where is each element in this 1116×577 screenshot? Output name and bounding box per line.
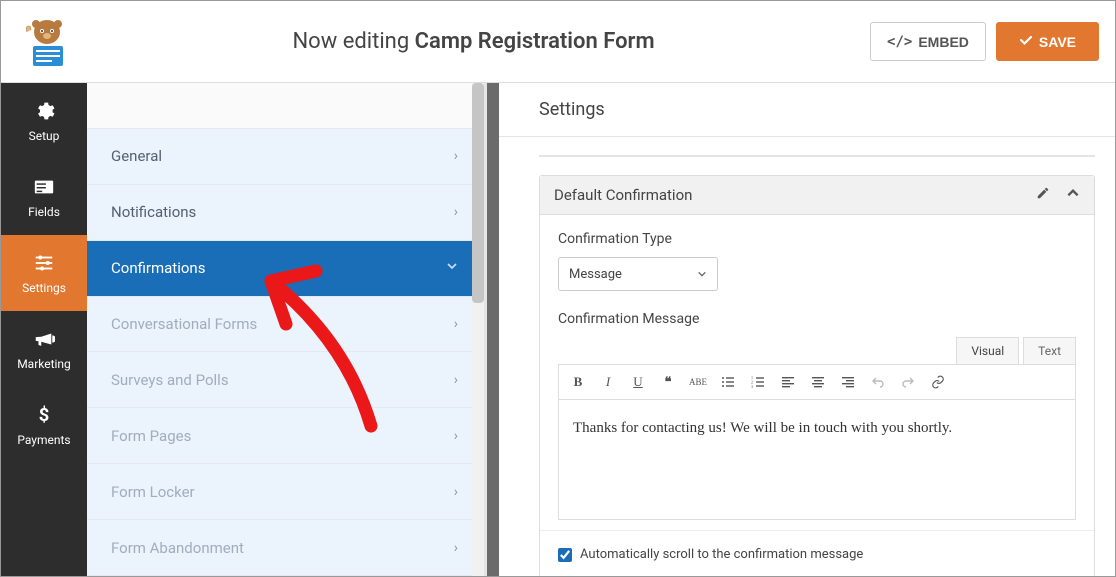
sidebar-item-general[interactable]: General › — [87, 129, 484, 185]
nav-marketing-label: Marketing — [17, 357, 71, 371]
editor-textarea[interactable]: Thanks for contacting us! We will be in … — [558, 400, 1076, 520]
rich-editor: Visual Text B I U ❝ ABE 123 — [558, 337, 1076, 520]
type-label: Confirmation Type — [558, 231, 1076, 247]
bold-icon[interactable]: B — [569, 373, 587, 391]
sliders-icon — [32, 251, 56, 275]
sidebar-item-formpages[interactable]: Form Pages › — [87, 408, 484, 464]
undo-icon[interactable] — [869, 373, 887, 391]
chevron-right-icon: › — [454, 484, 458, 500]
sidebar-item-notifications[interactable]: Notifications › — [87, 185, 484, 241]
sidebar-item-abandonment[interactable]: Form Abandonment › — [87, 520, 484, 576]
code-icon: </> — [887, 34, 912, 50]
chevron-right-icon: › — [454, 316, 458, 332]
svg-text:$: $ — [39, 405, 50, 425]
panel-header[interactable]: Default Confirmation — [540, 176, 1094, 215]
auto-scroll-row: Automatically scroll to the confirmation… — [540, 530, 1094, 576]
bullet-list-icon[interactable] — [719, 373, 737, 391]
save-button[interactable]: SAVE — [996, 22, 1099, 61]
embed-button-label: EMBED — [918, 34, 969, 50]
chevron-down-icon — [697, 269, 707, 279]
sidebar-item-label: Surveys and Polls — [111, 371, 229, 389]
confirmation-type-select[interactable]: Message — [558, 257, 718, 291]
sidebar-scrollbar[interactable] — [472, 83, 484, 576]
sidebar-item-label: Form Pages — [111, 427, 191, 445]
svg-text:3: 3 — [751, 384, 753, 389]
nav-settings-label: Settings — [22, 281, 66, 295]
header: Now editing Camp Registration Form </> E… — [1, 1, 1115, 83]
panel-body: Confirmation Type Message Confirmation M… — [540, 215, 1094, 520]
sidebar-item-formlocker[interactable]: Form Locker › — [87, 464, 484, 520]
number-list-icon[interactable]: 123 — [749, 373, 767, 391]
align-right-icon[interactable] — [839, 373, 857, 391]
underline-icon[interactable]: U — [629, 373, 647, 391]
panel-title: Default Confirmation — [554, 186, 692, 204]
chevron-right-icon: › — [454, 148, 458, 164]
settings-sidebar: General › Notifications › Confirmations … — [87, 83, 487, 576]
align-left-icon[interactable] — [779, 373, 797, 391]
nav-fields-label: Fields — [28, 205, 60, 219]
chevron-right-icon: › — [454, 540, 458, 556]
gear-icon — [32, 99, 56, 123]
chevron-down-icon — [446, 260, 458, 276]
nav-setup-label: Setup — [29, 129, 60, 143]
sidebar-scroll-thumb[interactable] — [472, 83, 484, 303]
sidebar-item-surveys[interactable]: Surveys and Polls › — [87, 352, 484, 408]
link-icon[interactable] — [929, 373, 947, 391]
sidebar-item-label: Form Locker — [111, 483, 195, 501]
message-label: Confirmation Message — [558, 311, 1076, 327]
select-value: Message — [569, 267, 622, 282]
nav-fields[interactable]: Fields — [1, 159, 87, 235]
main-content: Settings Default Confirmation — [487, 83, 1115, 576]
strike-icon[interactable]: ABE — [689, 373, 707, 391]
sidebar-gap — [87, 83, 484, 129]
page-title: Now editing Camp Registration Form — [77, 29, 870, 54]
panel-tools — [1036, 186, 1080, 204]
sidebar-item-label: Form Abandonment — [111, 539, 244, 557]
sidebar-item-conversational[interactable]: Conversational Forms › — [87, 297, 484, 353]
sidebar-item-label: Confirmations — [111, 259, 205, 277]
confirmation-panel: Default Confirmation Confirmation Type — [539, 175, 1095, 576]
nav-marketing[interactable]: Marketing — [1, 311, 87, 387]
italic-icon[interactable]: I — [599, 373, 617, 391]
nav-payments-label: Payments — [17, 433, 70, 447]
auto-scroll-label: Automatically scroll to the confirmation… — [580, 547, 863, 562]
chevron-up-icon[interactable] — [1066, 186, 1080, 204]
nav-payments[interactable]: $ Payments — [1, 387, 87, 463]
blockquote-icon[interactable]: ❝ — [659, 373, 677, 391]
page-title-formname: Camp Registration Form — [415, 29, 655, 54]
sidebar-item-confirmations[interactable]: Confirmations — [87, 241, 484, 297]
app-logo — [17, 14, 77, 70]
auto-scroll-checkbox[interactable] — [558, 548, 572, 562]
divider — [539, 155, 1095, 157]
sidebar-item-label: Conversational Forms — [111, 315, 257, 333]
redo-icon[interactable] — [899, 373, 917, 391]
nav-settings[interactable]: Settings — [1, 235, 87, 311]
list-icon — [32, 175, 56, 199]
embed-button[interactable]: </> EMBED — [870, 22, 986, 61]
chevron-right-icon: › — [454, 204, 458, 220]
editor-tab-visual[interactable]: Visual — [956, 337, 1019, 364]
main-title: Settings — [499, 83, 1115, 137]
save-button-label: SAVE — [1039, 34, 1076, 50]
chevron-right-icon: › — [454, 428, 458, 444]
nav-setup[interactable]: Setup — [1, 83, 87, 159]
editor-toolbar: B I U ❝ ABE 123 — [558, 364, 1076, 400]
page-title-prefix: Now editing — [292, 29, 414, 54]
header-actions: </> EMBED SAVE — [870, 22, 1099, 61]
align-center-icon[interactable] — [809, 373, 827, 391]
bullhorn-icon — [32, 327, 56, 351]
left-nav: Setup Fields Settings Marketing — [1, 83, 87, 576]
editor-tab-text[interactable]: Text — [1023, 337, 1076, 364]
edit-icon[interactable] — [1036, 186, 1050, 204]
sidebar-item-label: General — [111, 147, 162, 165]
check-icon — [1019, 33, 1033, 50]
chevron-right-icon: › — [454, 372, 458, 388]
dollar-icon: $ — [32, 403, 56, 427]
sidebar-item-label: Notifications — [111, 203, 196, 221]
